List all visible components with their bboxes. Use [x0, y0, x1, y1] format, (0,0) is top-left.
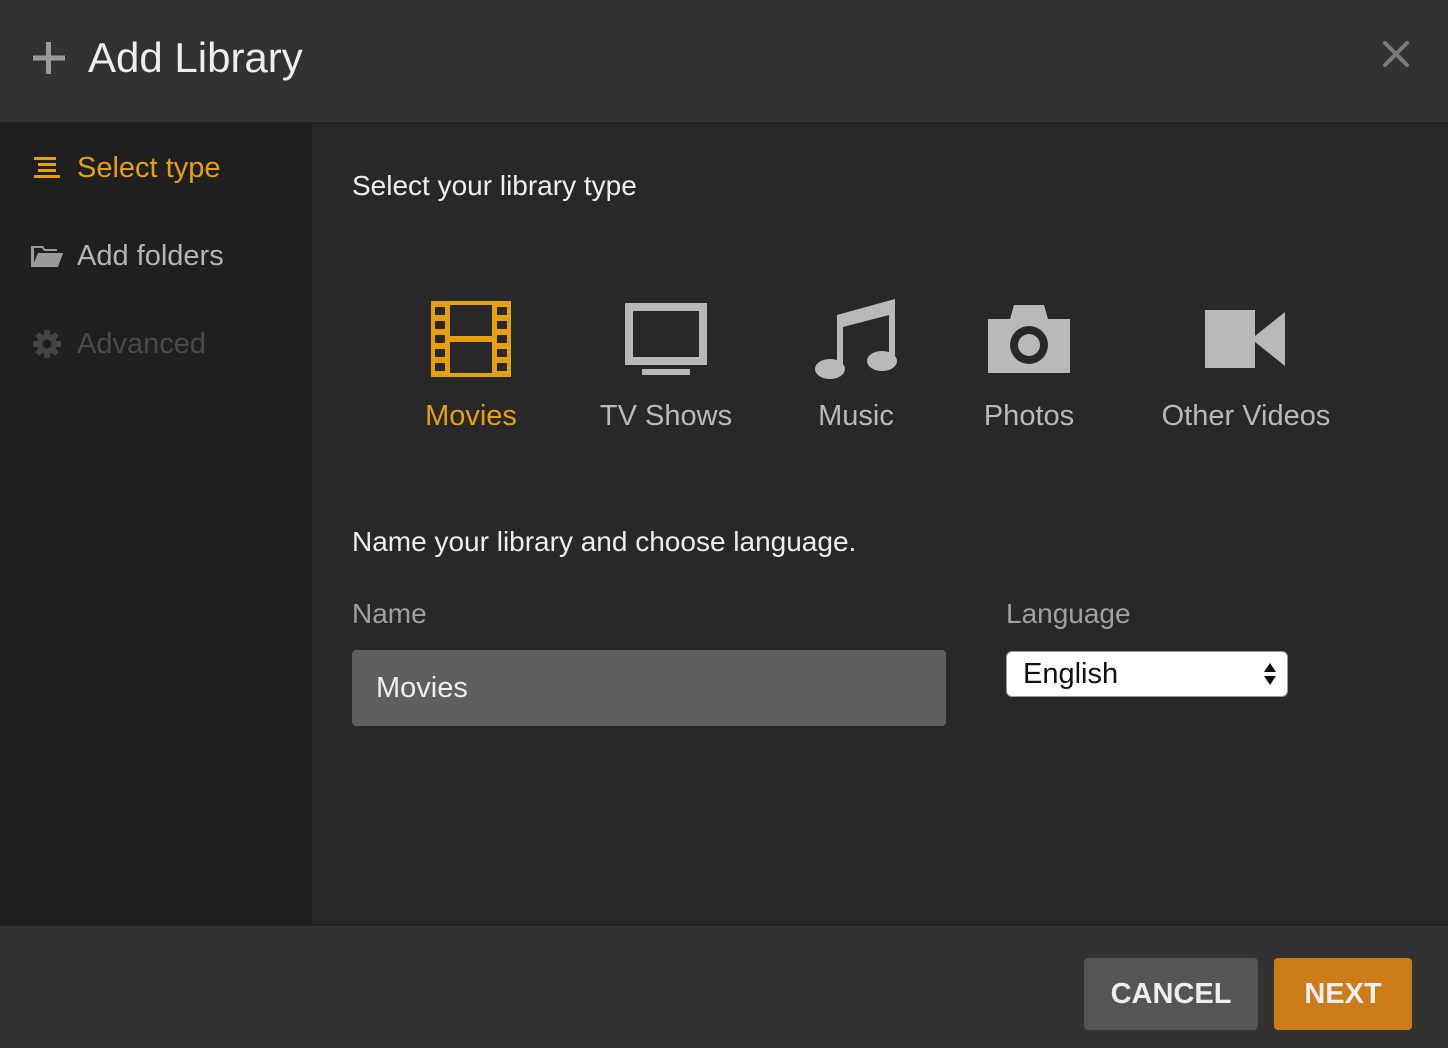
sidebar-item-label: Select type: [77, 151, 221, 184]
type-label: Music: [818, 400, 894, 432]
camera-icon: [984, 294, 1074, 384]
plus-icon: [33, 42, 65, 74]
dialog-header: Add Library: [0, 0, 1448, 124]
type-label: Photos: [983, 400, 1075, 432]
sidebar-item-label: Advanced: [77, 327, 206, 360]
add-library-dialog: Add Library Select type Add folders Adva…: [0, 0, 1448, 1048]
sidebar-item-add-folders[interactable]: Add folders: [30, 236, 224, 276]
sidebar-item-select-type[interactable]: Select type: [30, 148, 220, 188]
type-movies[interactable]: Movies: [416, 294, 526, 433]
sidebar-item-label: Add folders: [77, 239, 224, 272]
library-name-value: Movies: [376, 671, 468, 704]
dialog-footer: CANCEL NEXT: [0, 924, 1448, 1048]
wizard-sidebar: Select type Add folders Advanced: [0, 124, 312, 924]
language-select[interactable]: English: [1006, 651, 1288, 697]
language-label: Language: [1006, 598, 1131, 629]
music-note-icon: [811, 294, 901, 384]
cancel-button[interactable]: CANCEL: [1084, 958, 1258, 1030]
gear-icon: [30, 327, 64, 361]
name-language-heading: Name your library and choose language.: [352, 526, 857, 557]
sidebar-item-advanced: Advanced: [30, 324, 206, 364]
type-music[interactable]: Music: [802, 294, 910, 433]
type-label: Movies: [425, 400, 517, 432]
type-photos[interactable]: Photos: [976, 294, 1082, 433]
list-icon: [30, 151, 64, 185]
wizard-content: Select your library type Movies TV Shows…: [312, 124, 1448, 924]
type-label: Other Videos: [1161, 400, 1331, 432]
video-camera-icon: [1201, 294, 1291, 384]
tv-icon: [621, 294, 711, 384]
folder-icon: [30, 239, 64, 273]
type-tv-shows[interactable]: TV Shows: [600, 294, 732, 433]
language-value: English: [1023, 657, 1119, 690]
next-button[interactable]: NEXT: [1274, 958, 1412, 1030]
type-other-videos[interactable]: Other Videos: [1158, 294, 1334, 433]
type-label: TV Shows: [599, 400, 733, 432]
library-name-input[interactable]: Movies: [352, 650, 946, 726]
name-label: Name: [352, 598, 427, 629]
close-icon[interactable]: [1382, 40, 1410, 68]
dialog-title: Add Library: [88, 34, 303, 81]
select-arrows-icon: [1264, 663, 1276, 685]
library-type-heading: Select your library type: [352, 170, 637, 201]
film-icon: [426, 294, 516, 384]
